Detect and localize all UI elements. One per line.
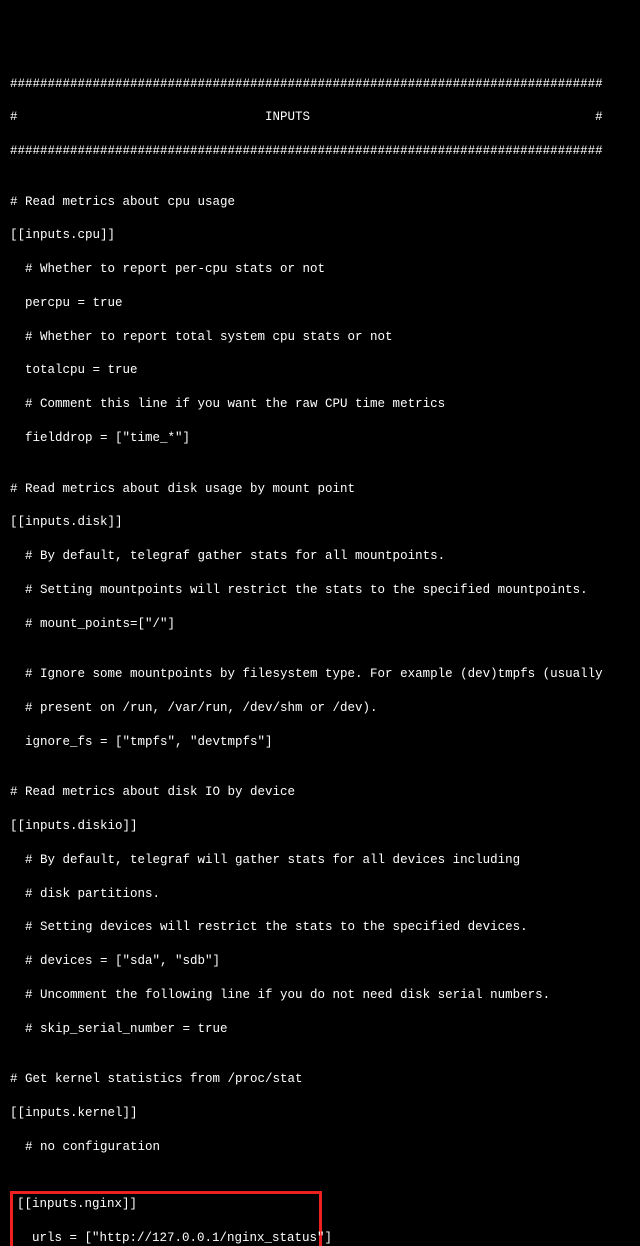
diskio-serial-comment: # Uncomment the following line if you do…: [10, 987, 630, 1004]
cpu-fielddrop: fielddrop = ["time_*"]: [10, 430, 630, 447]
cpu-percpu: percpu = true: [10, 295, 630, 312]
kernel-noconfig: # no configuration: [10, 1139, 630, 1156]
kernel-comment: # Get kernel statistics from /proc/stat: [10, 1071, 630, 1088]
disk-section: [[inputs.disk]]: [10, 514, 630, 531]
disk-ignorefs: ignore_fs = ["tmpfs", "devtmpfs"]: [10, 734, 630, 751]
cpu-fielddrop-comment: # Comment this line if you want the raw …: [10, 396, 630, 413]
disk-mount-comment2: # Setting mountpoints will restrict the …: [10, 582, 630, 599]
nginx-highlight-box: [[inputs.nginx]] urls = ["http://127.0.0…: [10, 1191, 322, 1246]
diskio-default-comment1: # By default, telegraf will gather stats…: [10, 852, 630, 869]
hr-bottom: ########################################…: [10, 143, 630, 160]
diskio-devices: # devices = ["sda", "sdb"]: [10, 953, 630, 970]
cpu-totalcpu: totalcpu = true: [10, 362, 630, 379]
header-inputs: # INPUTS #: [10, 109, 630, 126]
cpu-section: [[inputs.cpu]]: [10, 227, 630, 244]
disk-comment: # Read metrics about disk usage by mount…: [10, 481, 630, 498]
nginx-section: [[inputs.nginx]]: [17, 1196, 315, 1213]
diskio-comment: # Read metrics about disk IO by device: [10, 784, 630, 801]
disk-mountpoints: # mount_points=["/"]: [10, 616, 630, 633]
disk-ignore-comment2: # present on /run, /var/run, /dev/shm or…: [10, 700, 630, 717]
diskio-devices-comment: # Setting devices will restrict the stat…: [10, 919, 630, 936]
diskio-section: [[inputs.diskio]]: [10, 818, 630, 835]
diskio-serial: # skip_serial_number = true: [10, 1021, 630, 1038]
cpu-percpu-comment: # Whether to report per-cpu stats or not: [10, 261, 630, 278]
diskio-default-comment2: # disk partitions.: [10, 886, 630, 903]
cpu-totalcpu-comment: # Whether to report total system cpu sta…: [10, 329, 630, 346]
nginx-urls: urls = ["http://127.0.0.1/nginx_status"]: [17, 1230, 315, 1246]
disk-mount-comment1: # By default, telegraf gather stats for …: [10, 548, 630, 565]
disk-ignore-comment1: # Ignore some mountpoints by filesystem …: [10, 666, 630, 683]
kernel-section: [[inputs.kernel]]: [10, 1105, 630, 1122]
hr-top: ########################################…: [10, 76, 630, 93]
cpu-comment: # Read metrics about cpu usage: [10, 194, 630, 211]
